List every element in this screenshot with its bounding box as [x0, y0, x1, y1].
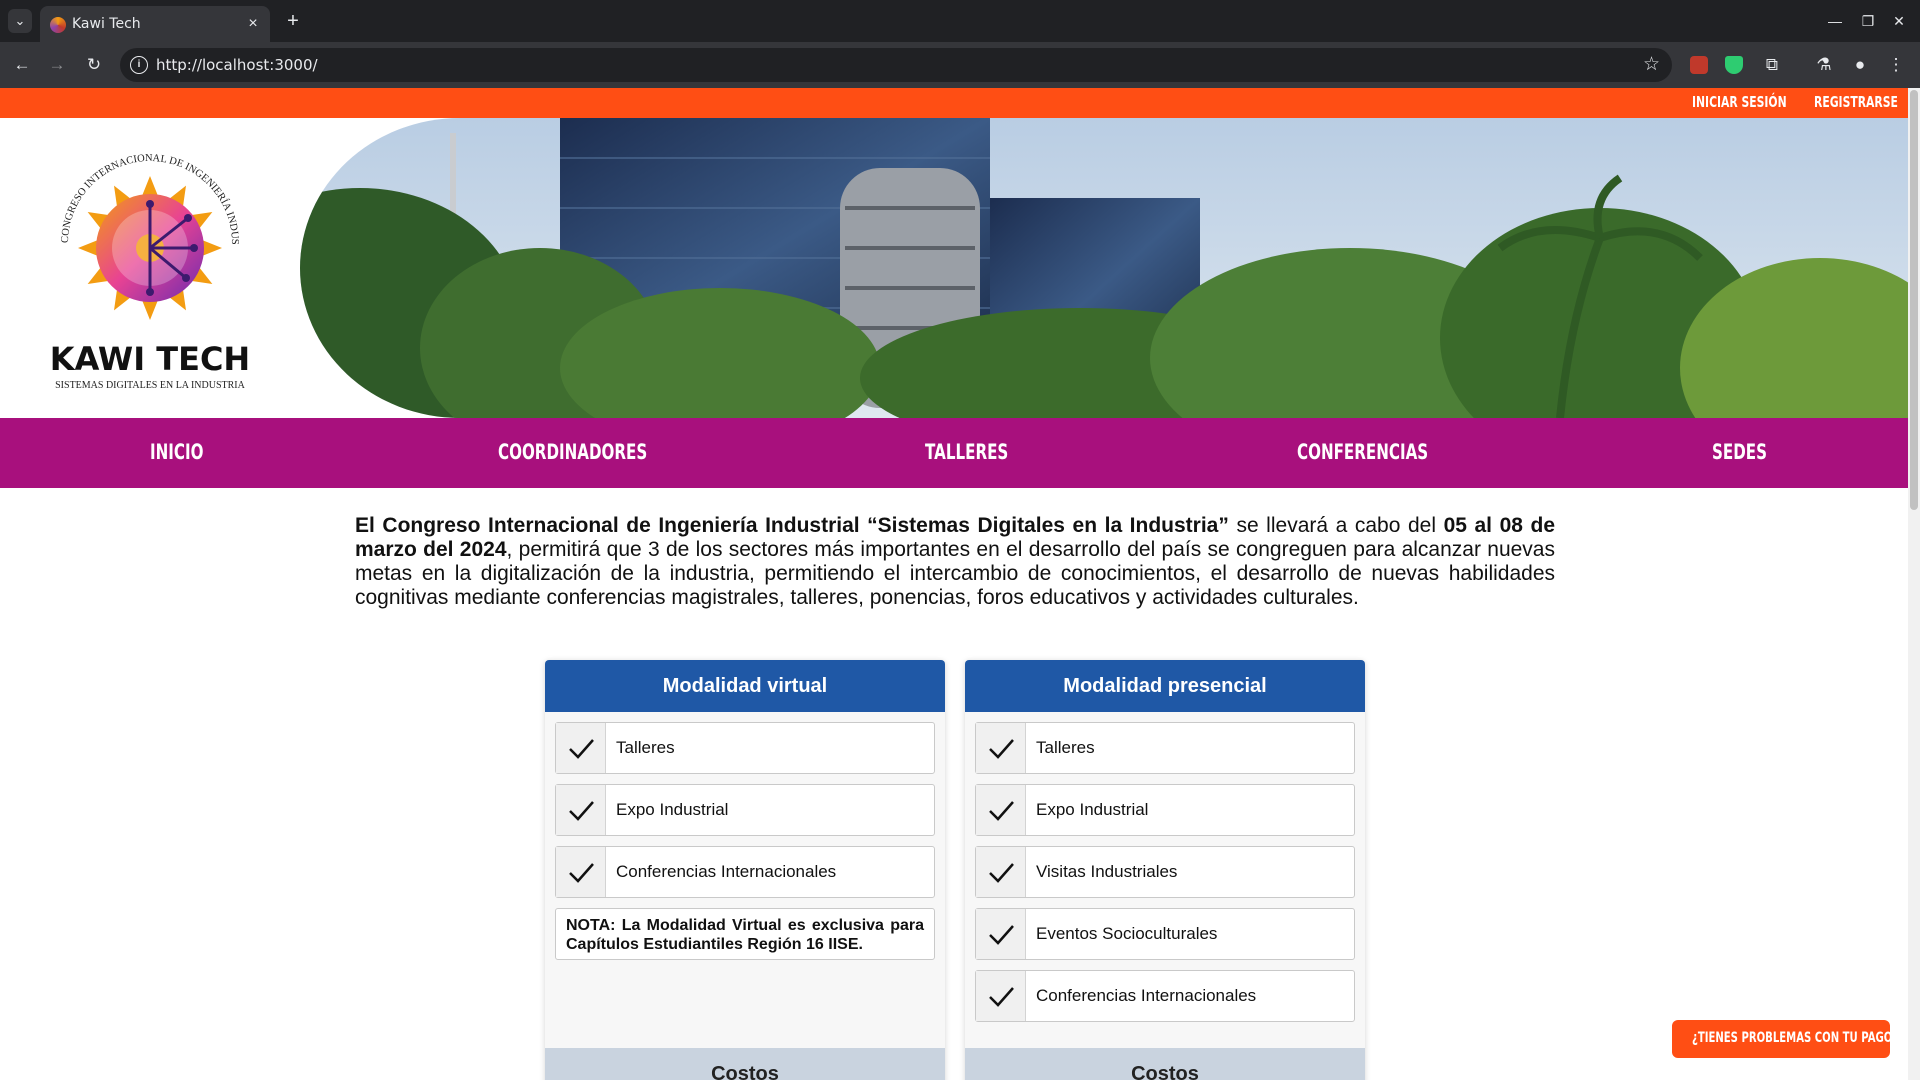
site-info-icon[interactable]: i	[130, 56, 148, 74]
item-label: Talleres	[1036, 738, 1095, 757]
virtual-note: NOTA: La Modalidad Virtual es exclusiva …	[555, 908, 935, 960]
kawi-tech-logo[interactable]: CONGRESO INTERNACIONAL DE INGENIERÍA IND…	[40, 148, 260, 393]
labs-flask-icon[interactable]: ⚗	[1812, 53, 1836, 77]
profile-avatar-icon[interactable]: ●	[1848, 53, 1872, 77]
check-icon	[556, 847, 606, 897]
list-item: Expo Industrial	[975, 784, 1355, 836]
intro-text-1: se llevará a cabo del	[1228, 514, 1444, 537]
list-item: Talleres	[975, 722, 1355, 774]
register-link[interactable]: REGISTRARSE	[1814, 93, 1898, 111]
check-icon	[976, 909, 1026, 959]
check-icon	[976, 847, 1026, 897]
scrollbar-thumb[interactable]	[1910, 90, 1918, 510]
logo-subtitle: SISTEMAS DIGITALES EN LA INDUSTRIA	[55, 380, 246, 391]
tab-close-icon[interactable]: ×	[244, 15, 262, 33]
back-arrow-icon[interactable]: ←	[10, 53, 34, 77]
nav-coordinadores[interactable]: COORDINADORES	[498, 440, 647, 464]
list-item: Conferencias Internacionales	[975, 970, 1355, 1022]
virtual-card-title: Modalidad virtual	[545, 660, 945, 712]
item-label: Eventos Socioculturales	[1036, 924, 1218, 943]
forward-arrow-icon[interactable]: →	[45, 53, 69, 77]
item-label: Visitas Industriales	[1036, 862, 1178, 881]
tab-title: Kawi Tech	[72, 16, 141, 32]
extensions-puzzle-icon[interactable]: ⧉	[1760, 53, 1784, 77]
intro-congress-name: El Congreso Internacional de Ingeniería …	[355, 514, 1229, 537]
login-link[interactable]: INICIAR SESIÓN	[1692, 93, 1787, 111]
intro-paragraph: El Congreso Internacional de Ingeniería …	[355, 514, 1555, 610]
item-label: Conferencias Internacionales	[1036, 986, 1257, 1005]
item-label: Conferencias Internacionales	[616, 862, 837, 881]
url-text[interactable]: http://localhost:3000/	[156, 56, 318, 74]
nav-inicio[interactable]: INICIO	[150, 440, 203, 464]
virtual-modality-card: Modalidad virtual Talleres Expo Industri…	[545, 660, 945, 1080]
list-item: Visitas Industriales	[975, 846, 1355, 898]
hero-banner: CONGRESO INTERNACIONAL DE INGENIERÍA IND…	[0, 118, 1908, 418]
restore-window-icon[interactable]: ❐	[1857, 10, 1879, 32]
presencial-costs-heading[interactable]: Costos	[965, 1048, 1365, 1080]
close-window-icon[interactable]: ✕	[1888, 10, 1910, 32]
new-tab-plus-icon[interactable]: +	[282, 10, 304, 32]
item-label: Expo Industrial	[616, 800, 729, 819]
campus-building-photo	[300, 118, 1908, 418]
page-viewport: INICIAR SESIÓN REGISTRARSE CONGRESO INTE…	[0, 88, 1920, 1080]
payment-help-button[interactable]: ¿TIENES PROBLEMAS CON TU PAGO?	[1672, 1020, 1898, 1058]
check-icon	[976, 971, 1026, 1021]
reload-icon[interactable]: ↻	[82, 53, 106, 77]
check-icon	[976, 723, 1026, 773]
page-scrollbar[interactable]	[1908, 88, 1920, 1080]
item-label: Talleres	[616, 738, 675, 757]
check-icon	[976, 785, 1026, 835]
sun-gear-emblem	[78, 176, 222, 320]
check-icon	[556, 723, 606, 773]
item-label: Expo Industrial	[1036, 800, 1149, 819]
browser-toolbar: ← → ↻ i http://localhost:3000/ ☆ ⧉ ⚗ ● ⋮	[0, 42, 1920, 88]
address-bar[interactable]: i http://localhost:3000/ ☆	[120, 48, 1672, 82]
list-item: Eventos Socioculturales	[975, 908, 1355, 960]
minimize-window-icon[interactable]: —	[1824, 10, 1846, 32]
logo-wordmark: KAWI TECH	[50, 340, 250, 378]
bookmark-star-icon[interactable]: ☆	[1643, 53, 1660, 76]
nav-conferencias[interactable]: CONFERENCIAS	[1297, 440, 1428, 464]
top-orange-bar: INICIAR SESIÓN REGISTRARSE	[0, 88, 1908, 118]
nav-talleres[interactable]: TALLERES	[925, 440, 1008, 464]
presencial-card-title: Modalidad presencial	[965, 660, 1365, 712]
intro-text-2: , permitirá que 3 de los sectores más im…	[355, 538, 1555, 609]
tab-search-chevron-icon[interactable]: ⌄	[8, 9, 32, 33]
list-item: Talleres	[555, 722, 935, 774]
list-item: Conferencias Internacionales	[555, 846, 935, 898]
check-icon	[556, 785, 606, 835]
virtual-costs-heading[interactable]: Costos	[545, 1048, 945, 1080]
browser-tab[interactable]: Kawi Tech ×	[40, 6, 270, 42]
ublock-extension-icon[interactable]	[1690, 56, 1708, 74]
main-navigation: INICIO COORDINADORES TALLERES CONFERENCI…	[0, 418, 1908, 488]
nav-sedes[interactable]: SEDES	[1712, 440, 1767, 464]
payment-help-label: ¿TIENES PROBLEMAS CON TU PAGO?	[1692, 1030, 1899, 1046]
browser-menu-kebab-icon[interactable]: ⋮	[1884, 53, 1908, 77]
shield-extension-icon[interactable]	[1725, 56, 1743, 74]
browser-tab-bar: ⌄ Kawi Tech × + — ❐ ✕	[0, 0, 1920, 42]
list-item: Expo Industrial	[555, 784, 935, 836]
presencial-modality-card: Modalidad presencial Talleres Expo Indus…	[965, 660, 1365, 1080]
kawi-tech-favicon-icon	[50, 17, 66, 33]
